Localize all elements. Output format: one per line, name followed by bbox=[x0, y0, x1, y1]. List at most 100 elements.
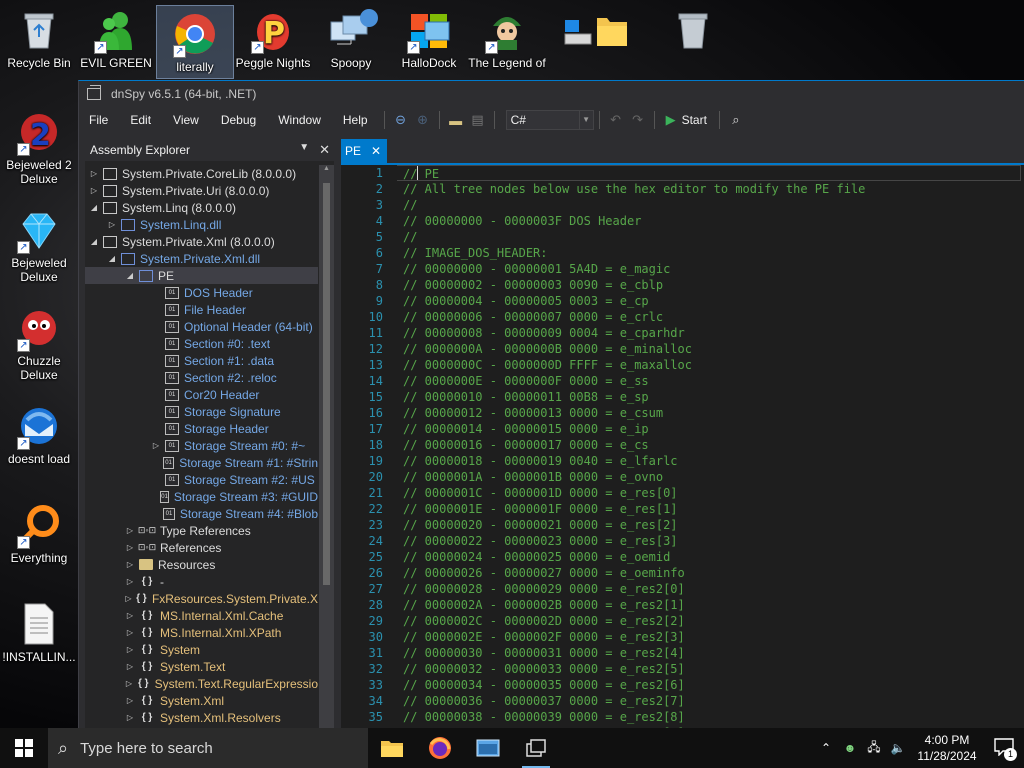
notification-center-icon[interactable]: 1 bbox=[984, 737, 1024, 761]
tree-node[interactable]: ▷ { } System.Text.RegularExpressio bbox=[85, 675, 318, 692]
expand-arrow-icon[interactable]: ▷ bbox=[107, 220, 117, 229]
collapse-arrow-icon[interactable]: ◢ bbox=[107, 254, 117, 263]
navigate-back-icon[interactable]: ⊖ bbox=[392, 111, 410, 129]
menu-view[interactable]: View bbox=[162, 113, 210, 127]
tree-node[interactable]: ▷ ⊡◦⊡ Type References bbox=[85, 522, 318, 539]
open-list-icon[interactable]: ▤ bbox=[469, 111, 487, 129]
expand-arrow-icon[interactable]: ▷ bbox=[125, 526, 135, 535]
taskbar-firefox[interactable] bbox=[416, 728, 464, 768]
undo-icon[interactable]: ↶ bbox=[607, 111, 625, 129]
expand-arrow-icon[interactable]: ▷ bbox=[125, 611, 135, 620]
code-view[interactable]: 1 // PE 2 // All tree nodes below use the h… bbox=[341, 165, 1024, 729]
desktop-icon-recycle-bin-2[interactable] bbox=[654, 2, 732, 56]
open-folder-icon[interactable]: ▬ bbox=[447, 111, 465, 129]
taskbar-dnspy[interactable] bbox=[512, 728, 560, 768]
window-titlebar[interactable]: dnSpy v6.5.1 (64-bit, .NET) bbox=[79, 81, 1024, 107]
tree-node[interactable]: ▷ { } System bbox=[85, 641, 318, 658]
tree-node[interactable]: 01 Storage Stream #1: #Strin bbox=[85, 454, 318, 471]
network-icon[interactable]: 🖧 bbox=[862, 738, 886, 759]
tree-node[interactable]: 01 Storage Header bbox=[85, 420, 318, 437]
collapse-arrow-icon[interactable]: ◢ bbox=[125, 271, 135, 280]
desktop-icon-peggle-nights[interactable]: P ↗ Peggle Nights Del bbox=[234, 2, 312, 70]
navigate-forward-icon[interactable]: ⊕ bbox=[414, 111, 432, 129]
tree-node[interactable]: 01 Storage Stream #4: #Blob bbox=[85, 505, 318, 522]
desktop-icon-everything[interactable]: ↗ Everything bbox=[0, 497, 78, 565]
desktop-icon-literally[interactable]: ↗ literally bbox=[156, 5, 234, 79]
desktop-icon-evil-green-men[interactable]: ↗ EVIL GREEN MEN SO bbox=[77, 2, 155, 78]
search-icon[interactable]: ⌕ bbox=[727, 111, 745, 129]
tree-node[interactable]: ▷ System.Private.CoreLib (8.0.0.0) bbox=[85, 165, 318, 182]
tree-node[interactable]: ▷ Resources bbox=[85, 556, 318, 573]
close-icon[interactable]: ✕ bbox=[319, 142, 330, 158]
expand-arrow-icon[interactable]: ▷ bbox=[125, 577, 135, 586]
expand-arrow-icon[interactable]: ▷ bbox=[151, 441, 161, 450]
language-select[interactable]: C# ▼ bbox=[505, 110, 594, 130]
desktop-icon-spoopy[interactable]: Spoopy bbox=[312, 2, 390, 70]
expand-arrow-icon[interactable]: ▷ bbox=[125, 628, 135, 637]
expand-arrow-icon[interactable]: ▷ bbox=[125, 543, 135, 552]
expand-arrow-icon[interactable]: ▷ bbox=[125, 560, 135, 569]
tree-node[interactable]: ▷ System.Linq.dll bbox=[85, 216, 318, 233]
expand-arrow-icon[interactable]: ▷ bbox=[89, 186, 99, 195]
expand-arrow-icon[interactable]: ▷ bbox=[125, 679, 133, 688]
tree-node[interactable]: 01 Storage Stream #2: #US bbox=[85, 471, 318, 488]
desktop-icon-recycle-bin[interactable]: Recycle Bin bbox=[0, 2, 78, 70]
collapse-arrow-icon[interactable]: ◢ bbox=[89, 237, 99, 246]
close-tab-icon[interactable]: ✕ bbox=[371, 144, 381, 158]
user-tray-icon[interactable]: ☻ bbox=[838, 741, 862, 755]
desktop-icon-doesnt-load[interactable]: ↗ doesnt load bbox=[0, 398, 78, 466]
tree-node[interactable]: 01 Section #0: .text bbox=[85, 335, 318, 352]
desktop-icon-chuzzle[interactable]: ↗ Chuzzle Deluxe bbox=[0, 300, 78, 382]
desktop-icon-drive-folder[interactable] bbox=[546, 2, 627, 56]
expand-arrow-icon[interactable]: ▷ bbox=[89, 169, 99, 178]
taskbar-file-explorer[interactable] bbox=[368, 728, 416, 768]
tree-node[interactable]: 01 Section #1: .data bbox=[85, 352, 318, 369]
taskbar-app-window[interactable] bbox=[464, 728, 512, 768]
desktop-icon-hallodock[interactable]: ↗ HalloDock bbox=[390, 2, 468, 70]
volume-icon[interactable]: 🔈 bbox=[886, 741, 910, 755]
tab-pe[interactable]: PE ✕ bbox=[341, 139, 388, 163]
collapse-arrow-icon[interactable]: ◢ bbox=[89, 203, 99, 212]
taskbar-search-box[interactable]: ⌕ Type here to search bbox=[48, 728, 368, 768]
redo-icon[interactable]: ↷ bbox=[629, 111, 647, 129]
expand-arrow-icon[interactable]: ▷ bbox=[125, 696, 135, 705]
windows-start-button[interactable] bbox=[0, 728, 48, 768]
tree-node[interactable]: 01 Storage Signature bbox=[85, 403, 318, 420]
tree-node[interactable]: ▷ { } FxResources.System.Private.X bbox=[85, 590, 318, 607]
desktop-icon-installing[interactable]: !INSTALLIN... bbox=[0, 596, 78, 664]
tree-node[interactable]: 01 Cor20 Header bbox=[85, 386, 318, 403]
scrollbar-thumb[interactable] bbox=[323, 183, 330, 585]
tree-node[interactable]: ▷ { } - bbox=[85, 573, 318, 590]
tree-node[interactable]: ◢ PE bbox=[85, 267, 318, 284]
tree-node[interactable]: ▷ { } MS.Internal.Xml.XPath bbox=[85, 624, 318, 641]
tree-node[interactable]: ◢ System.Private.Xml.dll bbox=[85, 250, 318, 267]
expand-arrow-icon[interactable]: ▷ bbox=[125, 662, 135, 671]
show-hidden-icons-chevron-icon[interactable]: ⌃ bbox=[814, 741, 838, 755]
menu-help[interactable]: Help bbox=[332, 113, 379, 127]
tree-node[interactable]: ▷ { } MS.Internal.Xml.Cache bbox=[85, 607, 318, 624]
tree-node[interactable]: 01 File Header bbox=[85, 301, 318, 318]
tree-node[interactable]: 01 DOS Header bbox=[85, 284, 318, 301]
desktop-icon-bejeweled-2[interactable]: 2 ↗ Bejeweled 2 Deluxe bbox=[0, 104, 78, 186]
start-debugging-button[interactable]: ▶ Start bbox=[666, 112, 707, 128]
tree-node[interactable]: 01 Section #2: .reloc bbox=[85, 369, 318, 386]
tree-node[interactable]: ▷ { } System.Text bbox=[85, 658, 318, 675]
tree-node[interactable]: ▷ { } System.Xml.Resolvers bbox=[85, 709, 318, 726]
tree-scrollbar[interactable]: ▲ bbox=[319, 165, 334, 729]
tree-node[interactable]: ◢ System.Private.Xml (8.0.0.0) bbox=[85, 233, 318, 250]
expand-arrow-icon[interactable]: ▷ bbox=[125, 645, 135, 654]
desktop-icon-zelda[interactable]: ↗ The Legend of Zelda bbox=[468, 2, 546, 70]
scroll-up-icon[interactable]: ▲ bbox=[319, 165, 334, 177]
tree-node[interactable]: ▷ System.Private.Uri (8.0.0.0) bbox=[85, 182, 318, 199]
panel-dropdown-icon[interactable]: ▼ bbox=[299, 142, 309, 158]
expand-arrow-icon[interactable]: ▷ bbox=[125, 713, 135, 722]
tree-node[interactable]: 01 Storage Stream #3: #GUID bbox=[85, 488, 318, 505]
tree-node[interactable]: ◢ System.Linq (8.0.0.0) bbox=[85, 199, 318, 216]
desktop-icon-bejeweled[interactable]: ↗ Bejeweled Deluxe bbox=[0, 202, 78, 284]
tree-node[interactable]: ▷ ⊡◦⊡ References bbox=[85, 539, 318, 556]
menu-file[interactable]: File bbox=[79, 113, 119, 127]
taskbar-clock[interactable]: 4:00 PM 11/28/2024 bbox=[910, 732, 984, 764]
menu-edit[interactable]: Edit bbox=[119, 113, 162, 127]
tree-node[interactable]: ▷ 01 Storage Stream #0: #~ bbox=[85, 437, 318, 454]
menu-debug[interactable]: Debug bbox=[210, 113, 267, 127]
